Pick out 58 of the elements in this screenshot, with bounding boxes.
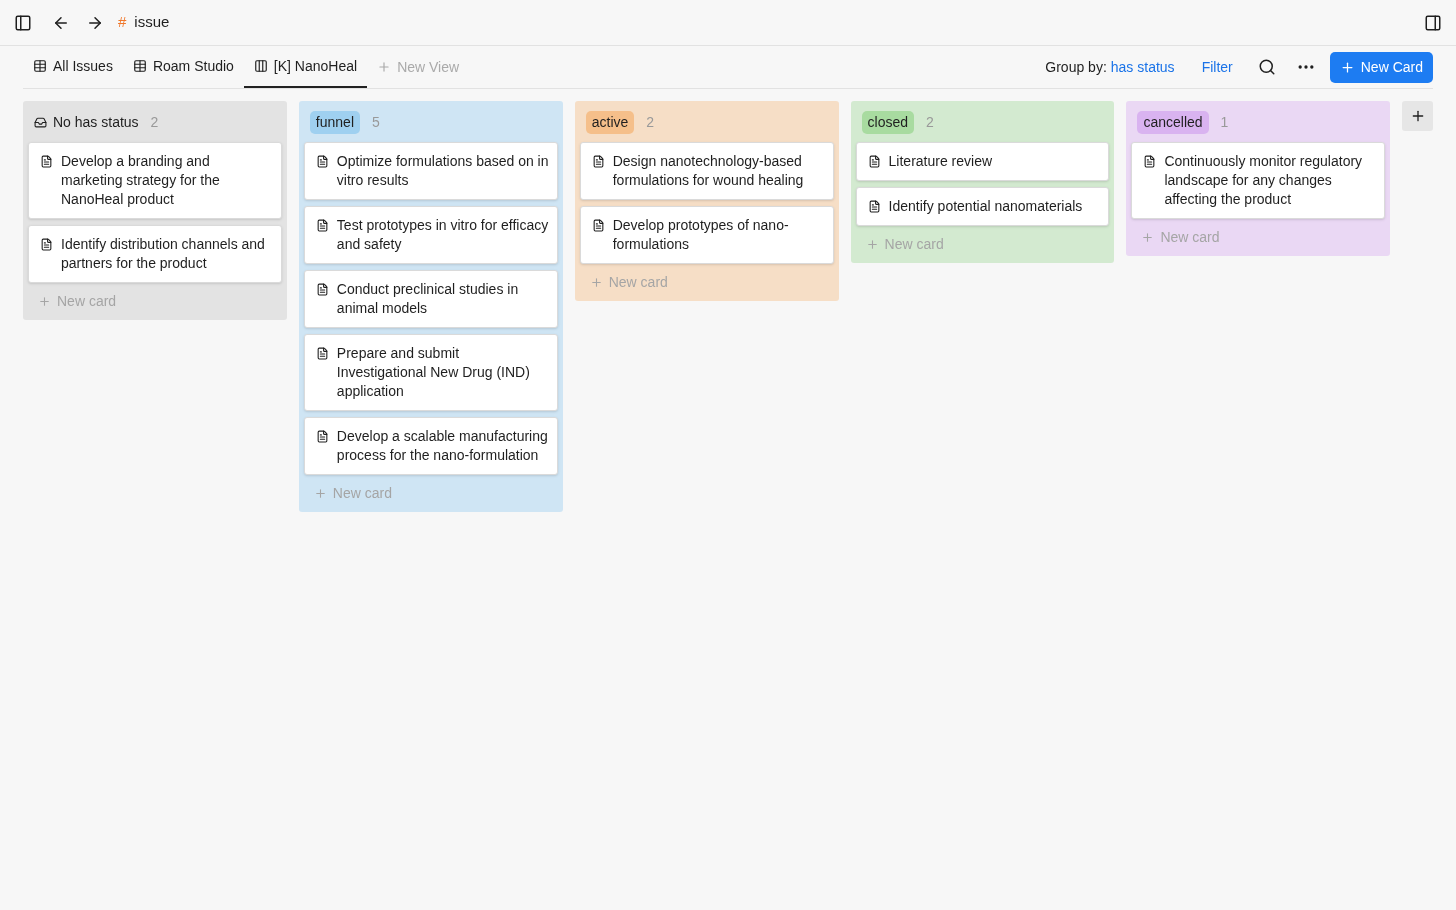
filter-link[interactable]: Filter	[1201, 56, 1233, 78]
plus-icon	[589, 276, 603, 289]
view-tab[interactable]: All Issues	[23, 46, 123, 88]
plus-icon	[377, 60, 392, 74]
status-tag: active	[585, 110, 635, 134]
issue-card[interactable]: Continuously monitor regulatory landscape for any changes affecting the product	[1131, 142, 1386, 219]
right-panel-toggle-icon[interactable]	[1424, 13, 1442, 32]
group-by-label: Group by:	[1045, 57, 1107, 77]
group-by-link[interactable]: has status	[1110, 56, 1175, 78]
document-icon	[867, 155, 881, 168]
search-icon[interactable]	[1257, 58, 1276, 76]
document-icon	[315, 219, 329, 232]
issue-card[interactable]: Literature review	[855, 142, 1110, 181]
page-title: issue	[134, 12, 170, 33]
hash-icon: #	[118, 11, 127, 34]
issue-card[interactable]: Develop prototypes of nano-formulations	[579, 206, 834, 264]
view-tab[interactable]: Roam Studio	[122, 46, 244, 88]
status-tag: cancelled	[1137, 110, 1209, 134]
issue-card[interactable]: Develop a scalable manufacturing process for the nano-formulation	[303, 417, 558, 475]
card-count: 2	[150, 112, 159, 132]
issue-card[interactable]: Prepare and submit Investigational New Drug (IND) application	[303, 334, 558, 411]
columns-icon	[253, 59, 268, 73]
document-icon	[315, 155, 329, 168]
issue-card[interactable]: Conduct preclinical studies in animal models	[303, 270, 558, 328]
document-icon	[315, 347, 329, 360]
plus-icon	[38, 295, 51, 308]
issue-card[interactable]: Develop a branding and marketing strategy for the NanoHeal product	[28, 142, 282, 219]
card-count: 2	[926, 112, 934, 132]
table-icon	[33, 59, 47, 73]
issue-card[interactable]: Optimize formulations based on in vitro results	[303, 142, 558, 200]
plus-icon	[1339, 59, 1355, 75]
status-tag: closed	[861, 110, 915, 134]
document-icon	[315, 430, 329, 443]
view-tab[interactable]: [K] NanoHeal	[243, 46, 368, 88]
document-icon	[867, 200, 881, 213]
inbox-icon	[34, 115, 47, 129]
plus-icon	[1141, 231, 1155, 244]
document-icon	[315, 283, 329, 296]
issue-card[interactable]: Test prototypes in vitro for efficacy and safety	[303, 206, 558, 264]
status-tag: funnel	[309, 110, 360, 134]
card-count: 1	[1220, 112, 1229, 132]
sidebar-toggle-icon[interactable]	[14, 13, 32, 32]
document-icon	[40, 238, 53, 251]
add-column-button[interactable]	[1402, 101, 1434, 131]
column-title: No has status	[53, 112, 139, 132]
plus-icon	[865, 238, 879, 251]
card-count: 2	[646, 112, 655, 132]
document-icon	[1143, 155, 1157, 168]
card-count: 5	[372, 112, 380, 132]
issue-card[interactable]: Identify distribution channels and partners for the product	[28, 225, 282, 283]
plus-icon	[313, 487, 327, 500]
issue-card[interactable]: Identify potential nanomaterials	[855, 187, 1110, 226]
issue-card[interactable]: Design nanotechnology-based formulations for wound healing	[579, 142, 834, 200]
document-icon	[591, 155, 605, 168]
new-card-button[interactable]: New Card	[1329, 51, 1433, 83]
table-icon	[132, 59, 147, 73]
document-icon	[40, 155, 53, 168]
document-icon	[591, 219, 605, 232]
